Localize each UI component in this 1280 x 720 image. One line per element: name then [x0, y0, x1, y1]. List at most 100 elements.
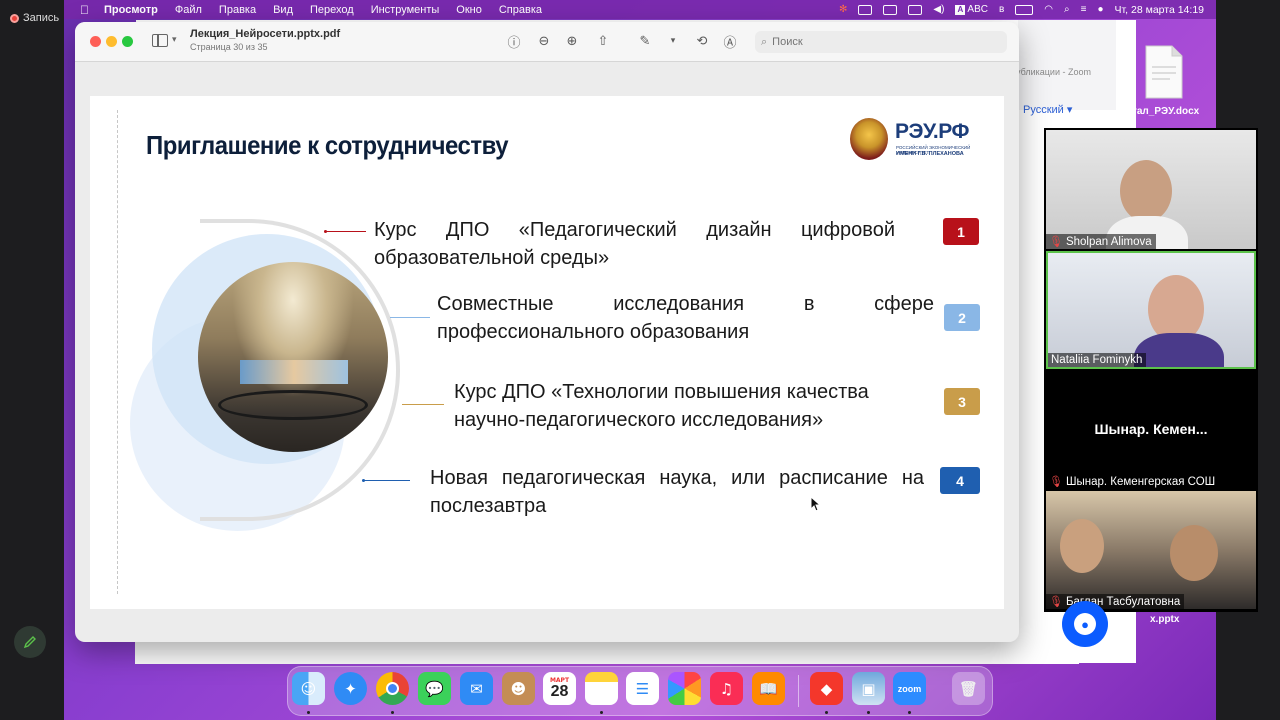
mic-muted-icon: 🎙: [1049, 235, 1063, 248]
rotate-icon[interactable]: ⟲: [694, 33, 710, 49]
item-text: Курс ДПО «Технологии повышения качества …: [454, 381, 869, 431]
participant-tile-active-speaker[interactable]: Nataliia Fominykh: [1046, 251, 1256, 369]
trash-icon[interactable]: 🗑: [952, 672, 985, 705]
zoom-app-icon[interactable]: zoom: [893, 672, 926, 705]
markup-pen-icon[interactable]: ✎: [637, 33, 653, 49]
slide-title: Приглашение к сотрудничеству: [146, 130, 509, 160]
participant-video: [1120, 160, 1172, 222]
search-input[interactable]: [772, 36, 973, 48]
desktop-file-label[interactable]: ртал_РЭУ.docx: [1126, 106, 1199, 117]
mail-icon[interactable]: ✉: [460, 672, 493, 705]
zoom-out-icon[interactable]: ⊖: [536, 33, 552, 49]
participant-name-label: 🎙 Баглан Тасбулатовна: [1046, 594, 1185, 609]
participant-tile[interactable]: 🎙 Sholpan Alimova: [1046, 130, 1256, 249]
language-selector[interactable]: Русский ▾: [1023, 103, 1072, 116]
logo-subtitle: ИМЕНИ Г.В. ПЛЕХАНОВА: [896, 151, 964, 157]
recording-indicator[interactable]: Запись: [10, 12, 59, 24]
logo-text: РЭУ.РФ: [895, 120, 969, 143]
input-source-icon[interactable]: A ABC: [955, 4, 988, 15]
item-dot: [362, 479, 365, 482]
siri-icon[interactable]: ●: [1097, 4, 1103, 15]
zoom-floating-button[interactable]: ●: [1062, 601, 1108, 647]
running-indicator: [600, 711, 603, 714]
item-text: Курс ДПО «Педагогический дизайн цифровой…: [374, 219, 895, 269]
screen-icon[interactable]: [883, 4, 898, 15]
bluetooth-icon[interactable]: ʙ: [999, 4, 1004, 15]
slide-guide-line: [117, 110, 118, 594]
participant-video: [1170, 525, 1218, 581]
volume-icon[interactable]: ◀): [933, 4, 944, 15]
document-title: Лекция_Нейросети.pptx.pdf: [190, 28, 341, 40]
safari-icon[interactable]: ✦: [334, 672, 367, 705]
notes-icon[interactable]: [585, 672, 618, 705]
control-center-icon[interactable]: ≡: [1081, 4, 1087, 15]
chrome-icon[interactable]: [376, 672, 409, 705]
info-icon[interactable]: ⓘ: [506, 33, 522, 51]
item-number-badge: 3: [944, 388, 980, 415]
subtitles-icon[interactable]: [908, 4, 923, 15]
photos-icon[interactable]: [668, 672, 701, 705]
menu-app-name[interactable]: Просмотр: [104, 4, 158, 16]
menu-file[interactable]: Файл: [175, 4, 202, 16]
apple-icon[interactable]: : [80, 3, 92, 17]
markup-icon[interactable]: Ⓐ: [722, 33, 738, 51]
menu-tools[interactable]: Инструменты: [371, 4, 440, 16]
desktop-file-label[interactable]: x.pptx: [1150, 614, 1179, 625]
reminders-icon[interactable]: ☰: [626, 672, 659, 705]
contacts-icon[interactable]: ☻: [502, 672, 535, 705]
spotlight-icon[interactable]: ⌕: [1064, 4, 1070, 15]
background-window-title: убликации - Zoom: [1016, 67, 1091, 77]
sidebar-icon[interactable]: [152, 34, 168, 47]
item-number-badge: 1: [943, 218, 979, 245]
item-text: Новая педагогическая наука, или расписан…: [430, 467, 924, 517]
minimize-button[interactable]: [106, 36, 117, 47]
calendar-day: 28: [550, 683, 569, 700]
clock[interactable]: Чт, 28 марта 14:19: [1115, 4, 1204, 16]
anydesk-icon[interactable]: ◆: [810, 672, 843, 705]
person-icon: ●: [1074, 613, 1096, 635]
share-icon[interactable]: ⇧: [595, 33, 611, 49]
background-window-bottom: [135, 642, 1079, 664]
document-file-icon[interactable]: [1140, 44, 1186, 100]
participant-name: Sholpan Alimova: [1065, 235, 1152, 248]
zoom-in-icon[interactable]: ⊕: [564, 33, 580, 49]
participant-video: [1134, 333, 1224, 367]
participant-tile[interactable]: Шынар. Кемен... 🎙 Шынар. Кеменгерская СО…: [1046, 371, 1256, 489]
fullscreen-button[interactable]: [122, 36, 133, 47]
background-window-toolbar: [1018, 20, 1116, 110]
battery-icon[interactable]: [1015, 4, 1034, 15]
annotate-button[interactable]: [14, 626, 46, 658]
screen-share-icon[interactable]: [858, 4, 873, 15]
dock-separator: [798, 675, 799, 707]
participant-display-name: Шынар. Кемен...: [1094, 421, 1208, 437]
preview-app-icon[interactable]: ▣: [852, 672, 885, 705]
menu-window[interactable]: Окно: [456, 4, 482, 16]
record-icon: [10, 13, 19, 23]
zoom-app-label: zoom: [897, 683, 922, 694]
photo-table: [218, 390, 368, 420]
preview-toolbar: ▾ Лекция_Нейросети.pptx.pdf Страница 30 …: [75, 22, 1019, 62]
participant-tile[interactable]: 🎙 Баглан Тасбулатовна: [1046, 491, 1256, 609]
hall-photo: [198, 262, 388, 452]
running-indicator: [307, 711, 310, 714]
menu-view[interactable]: Вид: [273, 4, 293, 16]
books-icon[interactable]: 📖: [752, 672, 785, 705]
menu-go[interactable]: Переход: [310, 4, 354, 16]
running-indicator: [825, 711, 828, 714]
music-icon[interactable]: ♫: [710, 672, 743, 705]
participant-video: [1060, 519, 1104, 573]
participant-name-label: 🎙 Sholpan Alimova: [1046, 234, 1156, 249]
menu-edit[interactable]: Правка: [219, 4, 256, 16]
search-field[interactable]: ⌕: [755, 31, 1007, 53]
chevron-down-icon[interactable]: ▾: [172, 34, 177, 45]
wifi-icon[interactable]: ◠: [1044, 4, 1053, 15]
finder-icon[interactable]: ☺: [292, 672, 325, 705]
messages-icon[interactable]: 💬: [418, 672, 451, 705]
menu-help[interactable]: Справка: [499, 4, 542, 16]
calendar-icon[interactable]: МАРТ 28: [543, 672, 576, 705]
zoom-status-icon[interactable]: ✻: [839, 4, 847, 15]
participant-name-label: Nataliia Fominykh: [1048, 353, 1147, 367]
close-button[interactable]: [90, 36, 101, 47]
chevron-down-icon[interactable]: ▾: [665, 33, 681, 49]
participant-name: Шынар. Кеменгерская СОШ: [1065, 475, 1216, 488]
